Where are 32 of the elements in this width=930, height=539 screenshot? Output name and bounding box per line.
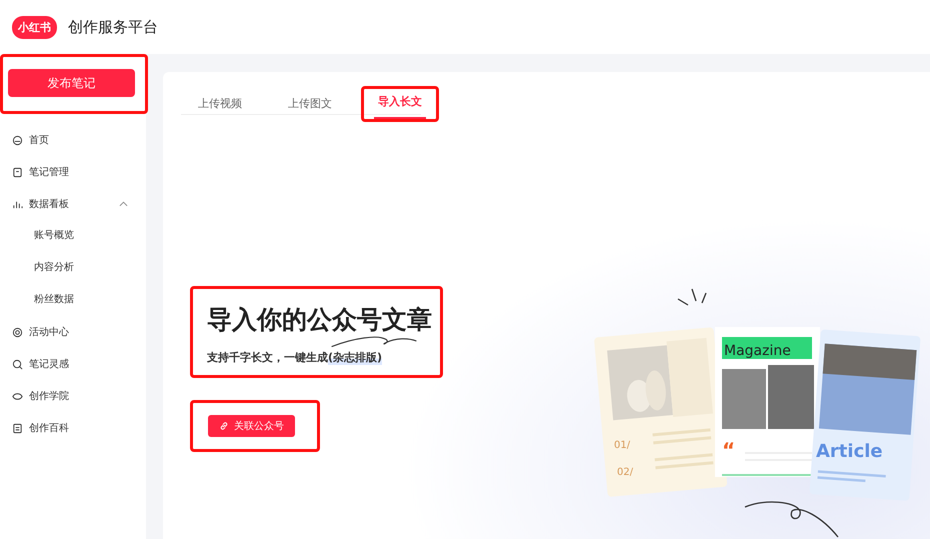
eye-icon <box>12 390 23 402</box>
nav-item[interactable]: 笔记管理 <box>0 156 146 188</box>
nav-item[interactable]: 首页 <box>0 124 146 156</box>
search-icon <box>12 358 23 370</box>
quote-mark: “ <box>722 438 736 462</box>
nav-item[interactable]: 创作百科 <box>0 412 146 444</box>
magazine-label: Magazine <box>724 343 791 359</box>
document-icon <box>12 422 23 434</box>
hero-title: 导入你的公众号文章 <box>207 305 432 334</box>
link-account-button[interactable]: 关联公众号 <box>208 415 295 437</box>
page-number: 02/ <box>617 467 634 478</box>
note-icon <box>12 166 23 178</box>
platform-title: 创作服务平台 <box>68 18 158 36</box>
nav-item[interactable]: 创作学院 <box>0 380 146 412</box>
article-label: Article <box>816 441 883 462</box>
spark-lines-icon <box>677 288 707 306</box>
logo[interactable]: 小红书 <box>12 16 57 38</box>
nav-subitem[interactable]: 内容分析 <box>0 252 146 284</box>
hero-subtitle: 支持千字长文，一键生成 <box>207 350 328 365</box>
nav-item[interactable]: 数据看板 <box>0 188 146 220</box>
publish-note-button[interactable]: 发布笔记 <box>8 69 135 97</box>
page-number: 01/ <box>614 440 630 451</box>
nav-item[interactable]: 笔记灵感 <box>0 348 146 380</box>
nav-subitem[interactable]: 账号概览 <box>0 220 146 252</box>
target-icon <box>12 326 23 338</box>
tab[interactable]: 上传图文 <box>284 94 336 119</box>
link-icon <box>219 421 229 431</box>
tab[interactable]: 上传视频 <box>194 94 246 119</box>
nav-subitem[interactable]: 粉丝数据 <box>0 284 146 316</box>
layout-tag: (杂志排版) <box>328 350 382 365</box>
nav-item[interactable]: 活动中心 <box>0 316 146 348</box>
chevron-up-icon[interactable] <box>119 201 128 207</box>
